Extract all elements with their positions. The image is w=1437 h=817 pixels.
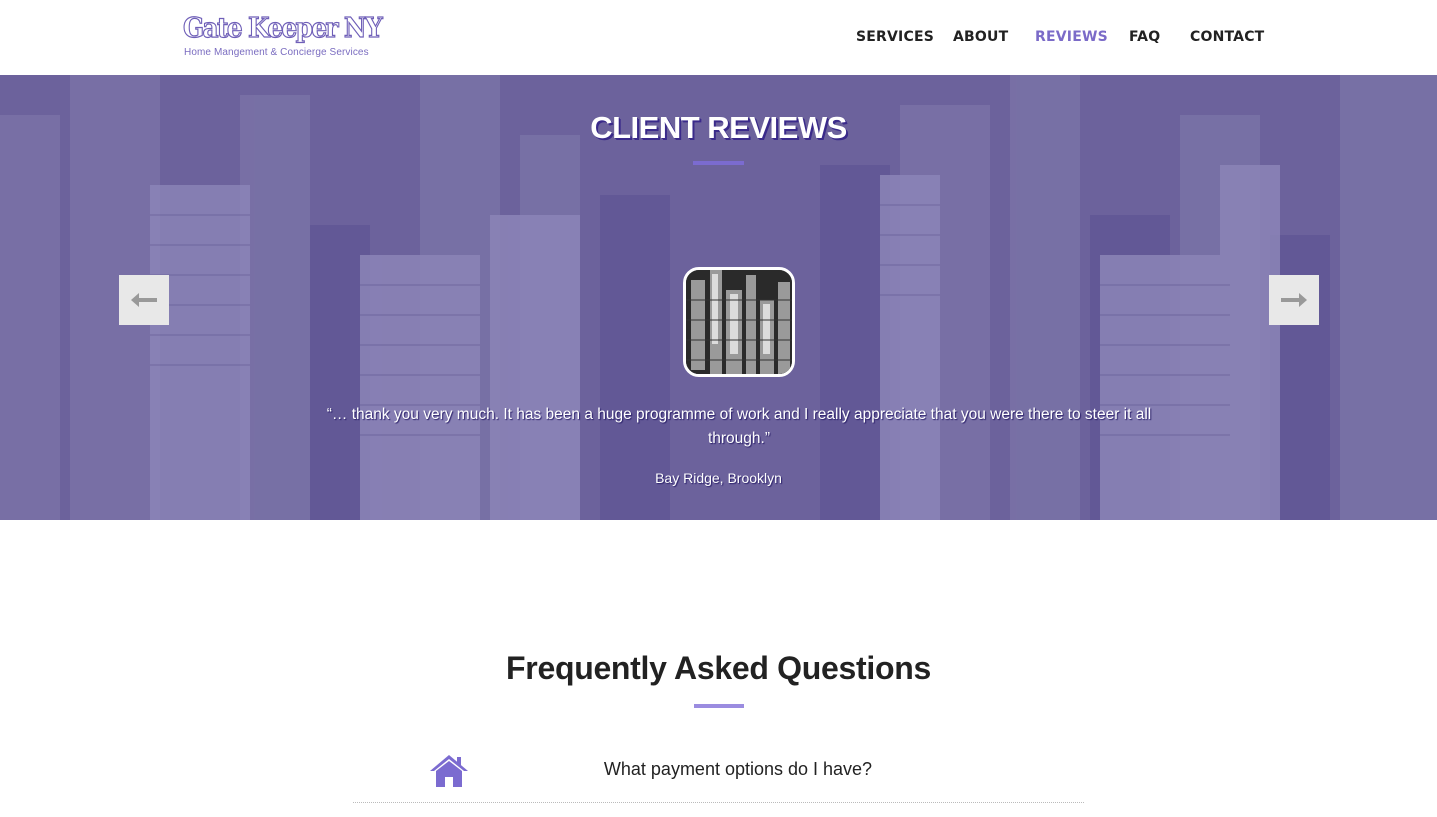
faq-title: Frequently Asked Questions bbox=[506, 650, 931, 686]
title-divider bbox=[693, 161, 744, 165]
faq-divider bbox=[694, 704, 744, 708]
nav-about[interactable]: ABOUT bbox=[953, 27, 1008, 47]
arrow-left-icon bbox=[131, 293, 157, 307]
reviews-title: CLIENT REVIEWS bbox=[590, 110, 847, 145]
nav-reviews[interactable]: REVIEWS bbox=[1035, 27, 1108, 47]
review-author: Bay Ridge, Brooklyn bbox=[655, 470, 782, 486]
faq-question: What payment options do I have? bbox=[603, 759, 873, 779]
faq-item[interactable]: What payment options do I have? bbox=[353, 745, 1084, 803]
nav-services[interactable]: SERVICES bbox=[856, 27, 934, 47]
nav-faq[interactable]: FAQ bbox=[1129, 27, 1160, 47]
next-review-button[interactable] bbox=[1269, 275, 1319, 325]
nav-contact[interactable]: CONTACT bbox=[1190, 27, 1264, 47]
review-quote: “… thank you very much. It has been a hu… bbox=[326, 406, 1152, 447]
reviewer-avatar bbox=[683, 267, 795, 377]
arrow-right-icon bbox=[1281, 293, 1307, 307]
prev-review-button[interactable] bbox=[119, 275, 169, 325]
logo-subtitle: Home Mangement & Concierge Services bbox=[184, 47, 369, 58]
main-nav: SERVICES ABOUT REVIEWS FAQ CONTACT bbox=[0, 27, 1437, 47]
site-header: Gate Keeper NY Home Mangement & Concierg… bbox=[0, 0, 1437, 75]
reviews-section: CLIENT REVIEWS “… thank you very much. I… bbox=[0, 75, 1437, 520]
